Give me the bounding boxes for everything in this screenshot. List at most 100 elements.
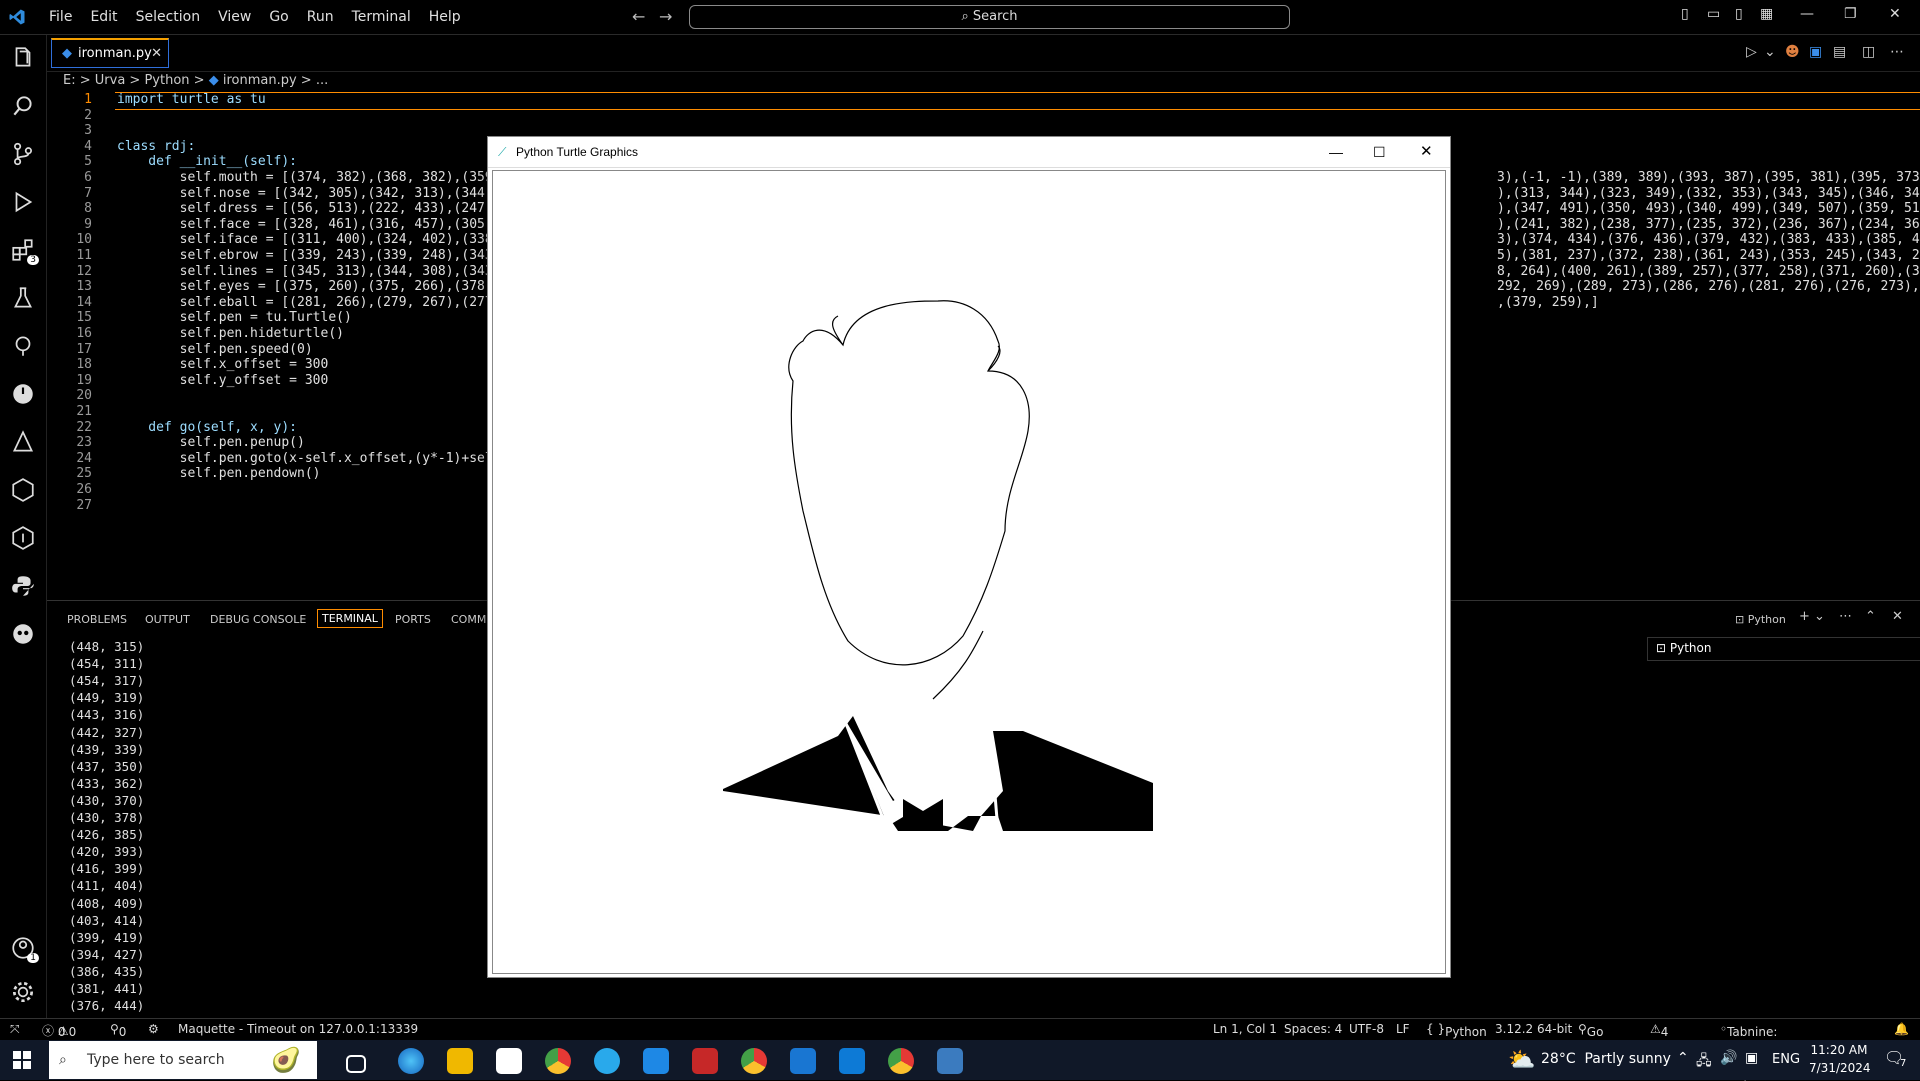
more-actions-icon[interactable]: ⋯ bbox=[1890, 44, 1904, 60]
code-line-overflow[interactable]: ,(379, 259),] bbox=[1497, 295, 1599, 310]
code-line[interactable]: class rdj: bbox=[117, 139, 195, 154]
code-line[interactable]: self.ebrow = [(339, 243),(339, 248),(343 bbox=[117, 248, 493, 263]
code-line[interactable]: self.pen.penup() bbox=[117, 435, 305, 450]
cursor-position[interactable]: Ln 1, Col 1 bbox=[1213, 1022, 1277, 1036]
tab-problems[interactable]: PROBLEMS bbox=[67, 613, 127, 626]
problems-indicator[interactable]: ⓧ 0 ⚠ 0 bbox=[42, 1022, 76, 1039]
remote-indicator-icon[interactable]: ⤧ bbox=[10, 1022, 20, 1037]
maquette-status[interactable]: Maquette - Timeout on 127.0.0.1:13339 bbox=[178, 1022, 418, 1036]
toggle-panel-icon[interactable]: ▭ bbox=[1707, 6, 1720, 22]
debug-icon[interactable]: ⚙ bbox=[148, 1022, 159, 1036]
spell-indicator[interactable]: ⚠ 4 Spell bbox=[1650, 1022, 1690, 1053]
code-line[interactable]: self.pen.goto(x-self.x_offset,(y*-1)+sel bbox=[117, 451, 493, 466]
turtle-maximize-icon[interactable]: ☐ bbox=[1373, 137, 1386, 167]
split-editor-icon[interactable]: ◫ bbox=[1862, 44, 1875, 60]
breadcrumb-file[interactable]: ironman.py bbox=[223, 73, 297, 88]
close-panel-icon[interactable]: ✕ bbox=[1892, 609, 1903, 624]
code-line[interactable]: self.pen.speed(0) bbox=[117, 342, 313, 357]
turtle-close-icon[interactable]: ✕ bbox=[1420, 137, 1433, 167]
task-view-icon[interactable] bbox=[346, 1055, 366, 1073]
tab-comments[interactable]: COMM bbox=[451, 613, 486, 626]
run-file-icon[interactable]: ▷ bbox=[1746, 44, 1757, 60]
forward-arrow-icon[interactable]: → bbox=[659, 7, 672, 26]
gear-icon[interactable] bbox=[10, 979, 36, 1005]
tab-debug-console[interactable]: DEBUG CONSOLE bbox=[210, 613, 306, 626]
turtle-window-titlebar[interactable]: ⟋ Python Turtle Graphics — ☐ ✕ bbox=[488, 137, 1450, 168]
close-icon[interactable]: ✕ bbox=[1889, 6, 1901, 22]
code-line[interactable]: self.pen = tu.Turtle() bbox=[117, 310, 352, 325]
input-language[interactable]: ENG bbox=[1772, 1052, 1800, 1067]
golive-button[interactable]: ⚲ Go Live bbox=[1578, 1022, 1611, 1053]
tabnine-status[interactable]: ◦ Tabnine: Sign-in is required bbox=[1720, 1022, 1777, 1081]
python-version[interactable]: 3.12.2 64-bit bbox=[1495, 1022, 1572, 1036]
code-line[interactable]: self.pen.pendown() bbox=[117, 466, 321, 481]
maximize-panel-icon[interactable]: ⌃ bbox=[1865, 609, 1876, 624]
turtle-minimize-icon[interactable]: — bbox=[1329, 137, 1343, 167]
testing-icon[interactable] bbox=[10, 285, 36, 311]
code-line-overflow[interactable]: 292, 269),(289, 273),(286, 276),(281, 27… bbox=[1497, 279, 1920, 294]
remote-explorer-icon[interactable] bbox=[10, 333, 36, 359]
new-terminal-icon[interactable]: + ⌄ bbox=[1799, 609, 1825, 624]
terminal-list[interactable]: ⊡ Python bbox=[1647, 637, 1920, 661]
menu-terminal[interactable]: Terminal bbox=[343, 9, 420, 25]
code-line[interactable]: self.dress = [(56, 513),(222, 433),(247, bbox=[117, 201, 493, 216]
clock-date[interactable]: 7/31/2024 bbox=[1809, 1061, 1871, 1075]
code-line[interactable]: self.eball = [(281, 266),(279, 267),(277 bbox=[117, 295, 493, 310]
menu-help[interactable]: Help bbox=[420, 9, 470, 25]
code-line[interactable]: self.iface = [(311, 400),(324, 402),(338 bbox=[117, 232, 493, 247]
code-line[interactable]: self.mouth = [(374, 382),(368, 382),(359 bbox=[117, 170, 493, 185]
taskbar-search[interactable]: ⌕ Type here to search 🥑 bbox=[49, 1041, 317, 1079]
tab-output[interactable]: OUTPUT bbox=[145, 613, 190, 626]
tab-ports[interactable]: PORTS bbox=[395, 613, 431, 626]
terminal-name[interactable]: ⊡ Python bbox=[1735, 613, 1786, 626]
edge-icon[interactable] bbox=[398, 1048, 424, 1074]
turtle-graphics-window[interactable]: ⟋ Python Turtle Graphics — ☐ ✕ bbox=[487, 136, 1451, 978]
app-icon[interactable] bbox=[643, 1048, 669, 1074]
chrome-taskbar-icon[interactable] bbox=[888, 1048, 914, 1074]
vscode-taskbar-icon[interactable] bbox=[839, 1048, 865, 1074]
code-line-overflow[interactable]: ),(241, 382),(238, 377),(235, 372),(236,… bbox=[1497, 217, 1920, 232]
code-line-overflow[interactable]: 5),(381, 237),(372, 238),(361, 243),(353… bbox=[1497, 248, 1920, 263]
breadcrumb-drive[interactable]: E: bbox=[63, 73, 76, 88]
winrar-icon[interactable] bbox=[692, 1048, 718, 1074]
tab-terminal[interactable]: TERMINAL bbox=[317, 609, 383, 628]
back-arrow-icon[interactable]: ← bbox=[632, 7, 645, 26]
close-tab-icon[interactable]: ✕ bbox=[151, 40, 162, 68]
indentation[interactable]: Spaces: 4 bbox=[1284, 1022, 1342, 1036]
panel-more-icon[interactable]: ⋯ bbox=[1839, 609, 1852, 624]
ports-indicator[interactable]: ⚲ 0 bbox=[110, 1022, 126, 1039]
toggle-secondary-sidebar-icon[interactable]: ▯ bbox=[1735, 6, 1743, 22]
terminal-list-item[interactable]: ⊡ Python bbox=[1656, 641, 1711, 655]
run-debug-icon[interactable] bbox=[10, 189, 36, 215]
breadcrumb-folder-python[interactable]: Python bbox=[144, 73, 189, 88]
menu-go[interactable]: Go bbox=[260, 9, 297, 25]
menu-edit[interactable]: Edit bbox=[81, 9, 126, 25]
telegram-icon[interactable] bbox=[594, 1048, 620, 1074]
code-line[interactable]: self.x_offset = 300 bbox=[117, 357, 329, 372]
customize-layout-icon[interactable]: ▦ bbox=[1760, 6, 1773, 22]
code-line-overflow[interactable]: 8, 264),(400, 261),(389, 257),(377, 258)… bbox=[1497, 264, 1920, 279]
code-line-overflow[interactable]: ),(313, 344),(323, 349),(332, 353),(343,… bbox=[1497, 186, 1920, 201]
code-line-overflow[interactable]: ),(347, 491),(350, 493),(340, 499),(349,… bbox=[1497, 201, 1920, 216]
source-control-icon[interactable] bbox=[10, 141, 36, 167]
menu-view[interactable]: View bbox=[209, 9, 260, 25]
extension-action-icon[interactable]: ☻ bbox=[1785, 44, 1800, 60]
clock-time[interactable]: 11:20 AM bbox=[1809, 1043, 1869, 1057]
menu-selection[interactable]: Selection bbox=[127, 9, 210, 25]
breadcrumb-folder-urva[interactable]: Urva bbox=[95, 73, 126, 88]
toggle-sidebar-icon[interactable]: ▯ bbox=[1681, 6, 1689, 22]
code-line[interactable]: def go(self, x, y): bbox=[117, 420, 297, 435]
menu-run[interactable]: Run bbox=[298, 9, 343, 25]
end-of-line[interactable]: LF bbox=[1396, 1022, 1410, 1036]
extensions-icon[interactable]: 3 bbox=[10, 237, 39, 265]
language-mode[interactable]: { } Python bbox=[1426, 1022, 1487, 1039]
network-icon[interactable]: 🖧 bbox=[1696, 1050, 1712, 1074]
breadcrumb-more[interactable]: ... bbox=[316, 73, 328, 88]
code-line[interactable]: self.face = [(328, 461),(316, 457),(305, bbox=[117, 217, 493, 232]
notifications-icon[interactable]: 🔔 bbox=[1894, 1022, 1909, 1036]
store-icon[interactable] bbox=[496, 1048, 522, 1074]
code-line[interactable]: self.y_offset = 300 bbox=[117, 373, 329, 388]
python-taskbar-icon[interactable] bbox=[937, 1048, 963, 1074]
file-explorer-icon[interactable] bbox=[447, 1048, 473, 1074]
settings-sync-icon[interactable] bbox=[10, 525, 36, 551]
